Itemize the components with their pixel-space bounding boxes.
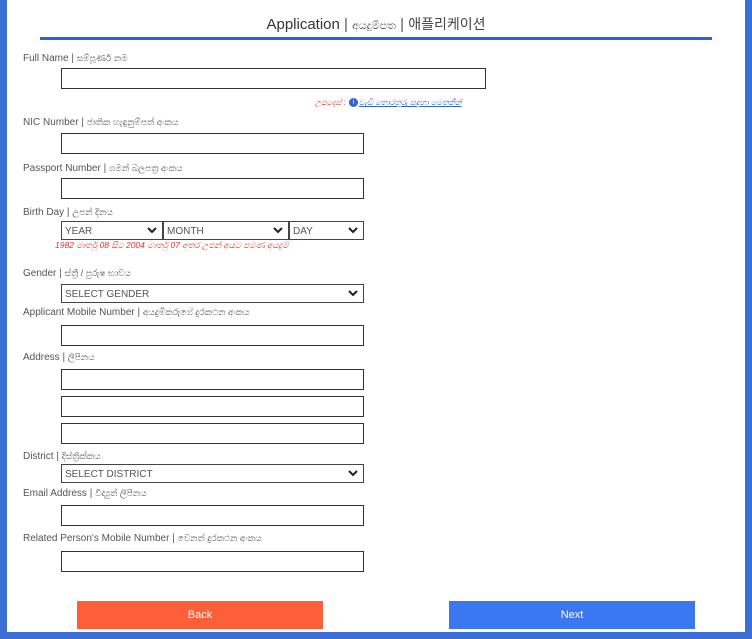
chevron-down-icon [147,227,157,234]
chevron-down-icon [348,227,358,234]
district-label-si: දිස්ත්‍රික්කය [61,451,101,461]
birth-month-select[interactable]: MONTH [163,221,289,240]
related-mobile-label: Related Person's Mobile Number | වෙනත් ද… [23,533,262,544]
title-si: අයදුම්පත [352,20,396,32]
related-mobile-label-en: Related Person's Mobile Number [23,533,170,544]
gender-label: Gender | ස්ත්‍රී / පුරුෂ භාවය [23,268,131,279]
gender-label-en: Gender [23,268,57,279]
address-label: Address | ලිපිනය [23,352,95,363]
page-title: Application | අයදුම්පත | 애플리케이션 [7,14,745,34]
hint-prefix: උපදෙස් : [315,98,346,107]
passport-input[interactable] [61,178,364,199]
full-name-input[interactable] [61,68,486,89]
birth-year-select[interactable]: YEAR [61,221,163,240]
mobile-input[interactable] [61,325,364,346]
birthday-label: Birth Day | උපන් දිනය [23,207,113,218]
passport-label-si: ගමන් බලපත්‍ර අංකය [108,163,183,173]
next-button[interactable]: Next [449,601,695,629]
birth-day-value: DAY [293,226,313,237]
full-name-hint: උපදෙස් : i වැඩි තොරතුරු සඳහා මෙතනින් [315,98,462,108]
nic-label-en: NIC Number [23,117,79,128]
birth-month-value: MONTH [167,226,204,237]
related-mobile-input[interactable] [61,551,364,572]
address-label-si: ලිපිනය [67,352,95,362]
passport-label-en: Passport Number [23,163,101,174]
address-line-2-input[interactable] [61,396,364,417]
email-label-en: Email Address [23,488,87,499]
related-mobile-label-si: වෙනත් දුරකථන අංකය [177,533,262,543]
full-name-label: Full Name | සම්පූර්ණ නම [23,53,128,64]
district-label: District | දිස්ත්‍රික්කය [23,451,101,462]
header-divider [40,37,712,40]
birthday-label-si: උපන් දිනය [72,207,113,217]
district-select[interactable]: SELECT DISTRICT [61,464,364,483]
gender-select[interactable]: SELECT GENDER [61,284,364,303]
mobile-label: Applicant Mobile Number | අයදුම්කරුගේ දු… [23,307,250,318]
district-label-en: District [23,451,54,462]
address-line-3-input[interactable] [61,423,364,444]
nic-input[interactable] [61,133,364,154]
email-input[interactable] [61,505,364,526]
mobile-label-si: අයදුම්කරුගේ දුරකථන අංකය [142,307,250,317]
address-label-en: Address [23,352,60,363]
title-separator: | [344,16,348,33]
chevron-down-icon [348,470,358,477]
nic-label-si: ජාතික හැඳුනුම්පත් අංකය [86,117,179,127]
full-name-label-si: සම්පූර්ණ නම [76,53,128,63]
title-ko: 애플리케이션 [408,17,486,33]
gender-value: SELECT GENDER [65,289,150,300]
full-name-label-en: Full Name [23,53,69,64]
nic-label: NIC Number | ජාතික හැඳුනුම්පත් අංකය [23,117,179,128]
info-icon: i [348,98,358,108]
gender-label-si: ස්ත්‍රී / පුරුෂ භාවය [64,268,131,278]
chevron-down-icon [273,227,283,234]
title-en: Application [266,16,340,33]
email-label: Email Address | විද්‍යුත් ලිපිනය [23,488,147,499]
passport-label: Passport Number | ගමන් බලපත්‍ර අංකය [23,163,183,174]
chevron-down-icon [348,290,358,297]
back-button[interactable]: Back [77,601,323,629]
hint-link[interactable]: වැඩි තොරතුරු සඳහා මෙතනින් [359,98,462,107]
mobile-label-en: Applicant Mobile Number [23,307,135,318]
email-label-si: විද්‍යුත් ලිපිනය [95,488,147,498]
application-form-panel: Application | අයදුම්පත | 애플리케이션 Full Nam… [7,0,745,632]
address-line-1-input[interactable] [61,369,364,390]
district-value: SELECT DISTRICT [65,469,153,480]
birthday-label-en: Birth Day [23,207,65,218]
birth-year-value: YEAR [65,226,93,237]
birthday-eligibility-note: 1982 මාර්තු 08 සිට 2004 මාර්තු 07 අතර උප… [55,240,289,250]
title-separator-2: | [400,16,405,33]
birth-day-select[interactable]: DAY [289,221,364,240]
